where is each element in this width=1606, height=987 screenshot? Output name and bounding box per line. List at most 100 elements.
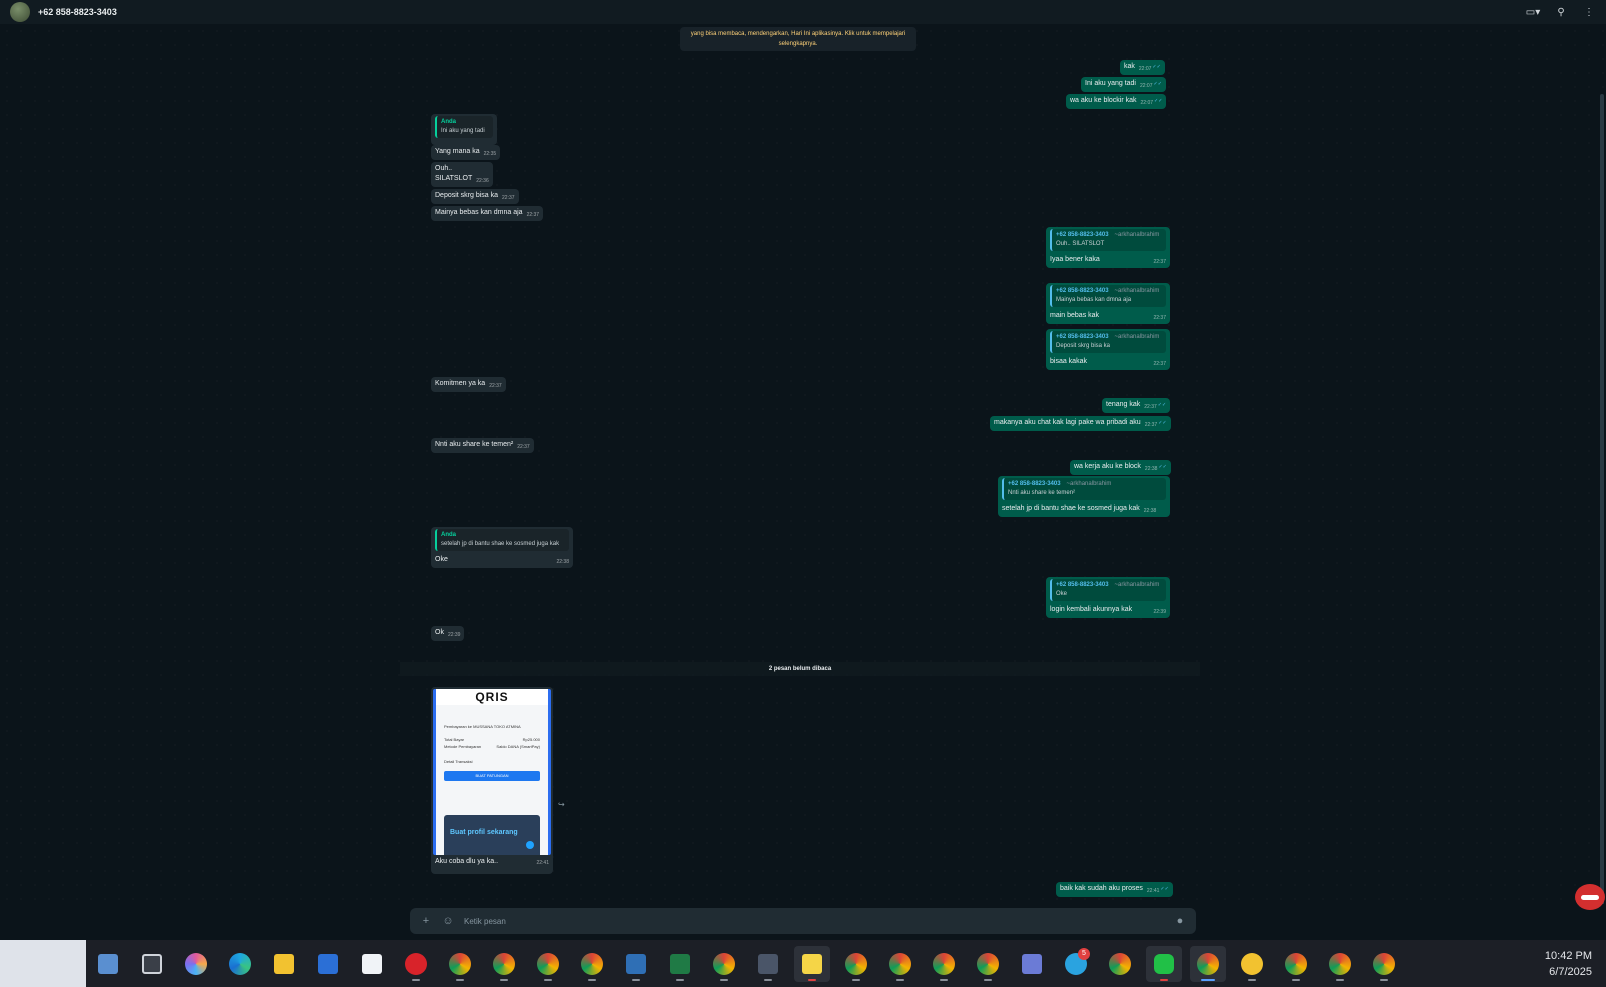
message-out[interactable]: +62 858-8823-3403 ~arkhanalbrahim Nnti ak… (998, 476, 1170, 517)
message-in[interactable]: Anda setelah jp di bantu shae ke sosmed … (431, 527, 573, 568)
quoted-message[interactable]: +62 858-8823-3403 ~arkhanalbrahim Ouh.. S… (1050, 229, 1166, 251)
avatar[interactable] (10, 2, 30, 22)
message-in[interactable]: Ok 22:39 (431, 626, 465, 641)
message-time: 22:38 (556, 559, 569, 565)
message-in[interactable]: Deposit skrg bisa ka 22:37 (431, 189, 519, 204)
message-out[interactable]: kak 22:07✓✓ (1120, 60, 1165, 75)
message-out[interactable]: wa aku ke blockir kak 22:07✓✓ (1066, 94, 1167, 109)
system-note[interactable]: yang bisa membaca, mendengarkan, Hari In… (680, 27, 916, 51)
task-view-icon[interactable] (134, 946, 170, 982)
chrome-profile-icon[interactable] (926, 946, 962, 982)
message-text: Ouh.. (435, 165, 453, 172)
message-text: Deposit skrg bisa ka (435, 192, 499, 199)
message-time: 22:07 (1138, 66, 1152, 72)
message-time: 22:37 (1153, 361, 1166, 367)
chrome-profile-icon[interactable] (838, 946, 874, 982)
contact-name[interactable]: +62 858-8823-3403 (38, 7, 117, 17)
search-icon[interactable]: ⚲ (1554, 5, 1568, 19)
unread-divider-label: 2 pesan belum dibaca (768, 666, 832, 672)
chrome-profile-icon[interactable] (970, 946, 1006, 982)
chrome-profile-icon[interactable] (1322, 946, 1358, 982)
message-time: 22:37 (1144, 422, 1158, 428)
chrome-profile-icon[interactable] (1278, 946, 1314, 982)
file-explorer-icon[interactable] (266, 946, 302, 982)
message-time: 22:37 (1144, 404, 1157, 410)
message-out[interactable]: makanya aku chat kak lagi pake wa pribad… (990, 416, 1171, 431)
message-text: makanya aku chat kak lagi pake wa pribad… (994, 419, 1141, 426)
quoted-message[interactable]: +62 858-8823-3403 ~arkhanalbrahim Oke (1050, 579, 1166, 601)
message-in[interactable]: Nnti aku share ke temen² 22:37 (431, 438, 534, 453)
message-text: login kembali akunnya kak (1050, 606, 1133, 613)
sticker-icon[interactable]: ☺ (442, 915, 454, 927)
quote-subname: ~arkhanalbrahim (1114, 288, 1160, 294)
message-input[interactable] (464, 916, 1164, 926)
quoted-message[interactable]: +62 858-8823-3403 ~arkhanalbrahim Mainya … (1050, 285, 1166, 307)
chrome-profile-icon[interactable] (1366, 946, 1402, 982)
scrollbar[interactable] (1600, 94, 1604, 904)
microphone-icon[interactable]: ● (1174, 915, 1186, 927)
message-out[interactable]: wa kerja aku ke block 22:38✓✓ (1070, 460, 1171, 475)
line-icon[interactable] (1146, 945, 1182, 982)
message-text: Ok (435, 629, 444, 636)
message-text: main bebas kak (1050, 312, 1100, 319)
taskbar-widget-icon[interactable] (90, 946, 126, 982)
chrome-profile-icon[interactable] (1102, 946, 1138, 982)
quote-text: Mainya bebas kan dmna aja (1056, 297, 1132, 303)
message-out[interactable]: Ini aku yang tadi 22:07✓✓ (1081, 77, 1166, 92)
unread-divider: 2 pesan belum dibaca (400, 662, 1200, 676)
quoted-message[interactable]: +62 858-8823-3403 ~arkhanalbrahim Nnti ak… (1002, 478, 1166, 500)
image-thumbnail[interactable]: QRIS Pembayaran ke MUSSANA TOKO ATMINA T… (433, 689, 551, 855)
taskbar-search-box[interactable] (0, 940, 86, 987)
telegram-icon[interactable]: 5 (1058, 946, 1094, 982)
chrome-profile-icon[interactable] (882, 946, 918, 982)
total-label: Total Bayar (444, 737, 465, 742)
chrome-active-icon[interactable] (1190, 945, 1226, 982)
quote-text: setelah jp di bantu shae ke sosmed juga … (441, 541, 560, 547)
chrome-icon[interactable] (442, 946, 478, 982)
message-out[interactable]: +62 858-8823-3403 ~arkhanalbrahim Mainya … (1046, 283, 1170, 324)
menu-icon[interactable]: ⋮ (1582, 5, 1596, 19)
chrome-profile-icon[interactable] (486, 946, 522, 982)
message-in[interactable]: Yang mana ka 22:35 (431, 145, 501, 160)
message-in[interactable]: Mainya bebas kan dmna aja 22:37 (431, 206, 544, 221)
system-clock[interactable]: 10:42 PM 6/7/2025 (1545, 948, 1592, 980)
chrome-profile-icon[interactable] (574, 946, 610, 982)
photos-icon[interactable] (618, 946, 654, 982)
attach-plus-icon[interactable]: + (420, 915, 432, 927)
chrome-profile-icon[interactable] (706, 946, 742, 982)
quote-author: +62 858-8823-3403 (1008, 481, 1061, 487)
message-out[interactable]: +62 858-8823-3403 ~arkhanalbrahim Deposit… (1046, 329, 1170, 370)
store-icon[interactable] (310, 946, 346, 982)
quote-subname: ~arkhanalbrahim (1114, 232, 1160, 238)
app-yellow-icon[interactable] (1234, 946, 1270, 982)
message-text: Yang mana ka (435, 148, 480, 155)
edge-icon[interactable] (222, 946, 258, 982)
app-icon[interactable] (750, 946, 786, 982)
calculator-icon[interactable] (1014, 946, 1050, 982)
message-in[interactable]: Ouh.. SILATSLOT 22:36 (431, 162, 493, 187)
qris-logo: QRIS (436, 689, 548, 705)
read-receipt-icon: ✓✓ (1158, 464, 1167, 470)
message-in[interactable]: Anda Ini aku yang tadi (431, 114, 497, 145)
excel-icon[interactable] (662, 946, 698, 982)
message-out[interactable]: tenang kak 22:37✓✓ (1102, 398, 1171, 413)
quoted-message[interactable]: +62 858-8823-3403 ~arkhanalbrahim Deposit… (1050, 331, 1166, 353)
opera-icon[interactable] (398, 946, 434, 982)
composer: + ☺ ● (0, 904, 1606, 940)
message-out[interactable]: baik kak sudah aku proses 22:41✓✓ (1056, 882, 1173, 897)
floating-app-icon[interactable] (1575, 884, 1605, 910)
window-app-icon[interactable] (354, 946, 390, 982)
image-message[interactable]: QRIS Pembayaran ke MUSSANA TOKO ATMINA T… (431, 687, 553, 874)
message-out[interactable]: +62 858-8823-3403 ~arkhanalbrahim Ouh.. S… (1046, 227, 1170, 268)
message-out[interactable]: +62 858-8823-3403 ~arkhanalbrahim Oke log… (1046, 577, 1170, 618)
copilot-icon[interactable] (178, 946, 214, 982)
quoted-message[interactable]: Anda setelah jp di bantu shae ke sosmed … (435, 529, 569, 551)
chat-header[interactable]: +62 858-8823-3403 ▭▾ ⚲ ⋮ (0, 0, 1606, 24)
message-list: yang bisa membaca, mendengarkan, Hari In… (0, 24, 1606, 904)
message-in[interactable]: Komitmen ya ka 22:37 (431, 377, 506, 392)
video-call-icon[interactable]: ▭▾ (1526, 5, 1540, 19)
chrome-profile-icon[interactable] (530, 946, 566, 982)
sticky-notes-icon[interactable] (794, 945, 830, 982)
quoted-message[interactable]: Anda Ini aku yang tadi (435, 116, 493, 138)
forward-icon[interactable]: ↪ (558, 800, 565, 809)
